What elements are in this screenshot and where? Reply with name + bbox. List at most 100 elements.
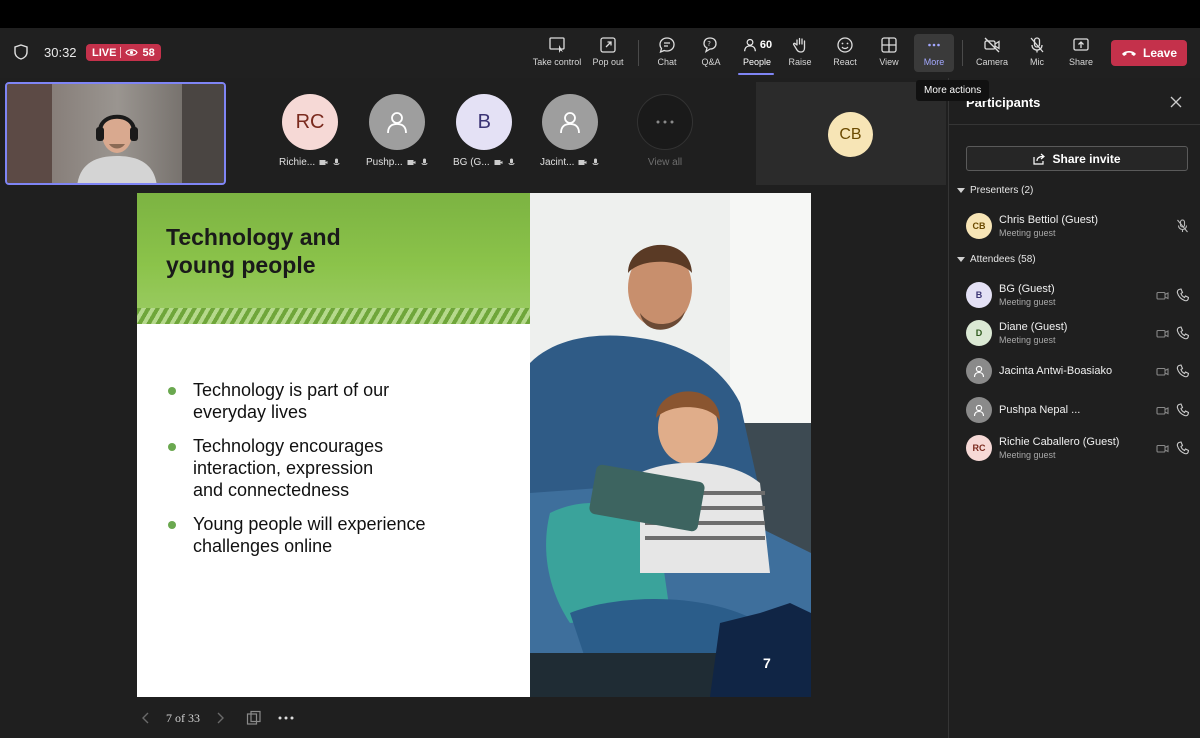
avatar: B bbox=[456, 94, 513, 150]
qa-label: Q&A bbox=[701, 57, 721, 67]
qa-button[interactable]: ? Q&A bbox=[689, 36, 733, 70]
meeting-toolbar: 30:32 LIVE 58 Take control Pop out Chat … bbox=[0, 28, 1200, 78]
banner-stripe bbox=[137, 308, 530, 324]
chevron-right-icon[interactable] bbox=[214, 711, 226, 725]
leave-label: Leave bbox=[1142, 46, 1178, 60]
participant-role: Meeting guest bbox=[999, 297, 1056, 307]
badge-divider bbox=[120, 47, 122, 58]
chat-button[interactable]: Chat bbox=[645, 36, 689, 70]
share-label: Share bbox=[1068, 57, 1094, 67]
svg-text:?: ? bbox=[707, 40, 711, 48]
more-horizontal-icon bbox=[656, 120, 674, 124]
avatar-initials: RC bbox=[972, 443, 986, 453]
camera-button[interactable]: Camera bbox=[970, 36, 1014, 70]
presentation-slide: Technology and young people Technology i… bbox=[137, 193, 811, 697]
take-control-button[interactable]: Take control bbox=[533, 36, 581, 70]
tile-name: BG (G... bbox=[453, 157, 516, 168]
share-invite-label: Share invite bbox=[1052, 151, 1121, 166]
mic-label: Mic bbox=[1030, 57, 1044, 67]
self-video-feed bbox=[7, 84, 224, 183]
react-label: React bbox=[833, 57, 857, 67]
avatar: B bbox=[966, 282, 992, 308]
slide-navigation: 7 of 33 bbox=[140, 706, 294, 730]
more-actions-tooltip: More actions bbox=[916, 80, 990, 101]
tile-name: Jacint... bbox=[540, 157, 600, 168]
view-label: View bbox=[879, 57, 899, 67]
bullet-item: Young people will experience challenges … bbox=[165, 513, 525, 557]
avatar-initials: B bbox=[975, 290, 983, 300]
bullet-item: Technology is part of our everyday lives bbox=[165, 379, 525, 423]
chevron-left-icon[interactable] bbox=[140, 711, 152, 725]
camera-off-icon bbox=[1156, 291, 1169, 300]
participant-diane[interactable]: D Diane (Guest) Meeting guest bbox=[966, 320, 1196, 348]
slides-overview-icon[interactable] bbox=[246, 710, 262, 726]
leave-button[interactable]: Leave bbox=[1111, 40, 1187, 66]
toolbar-divider bbox=[638, 40, 639, 66]
participant-pushpa[interactable]: Pushpa Nepal ... bbox=[966, 397, 1196, 425]
avatar-initials: B bbox=[477, 110, 491, 133]
phone-icon bbox=[1176, 364, 1189, 378]
close-icon[interactable] bbox=[1170, 96, 1182, 108]
people-count: 60 bbox=[759, 39, 773, 51]
participant-richie[interactable]: RC Richie Caballero (Guest) Meeting gues… bbox=[966, 435, 1196, 463]
gallery-tile-pushpa[interactable]: Pushp... bbox=[366, 94, 429, 168]
qa-icon: ? bbox=[703, 37, 717, 53]
tile-name: Pushp... bbox=[366, 157, 429, 168]
live-badge: LIVE 58 bbox=[86, 44, 161, 61]
avatar: D bbox=[966, 320, 992, 346]
people-icon-row: 60 bbox=[742, 36, 772, 54]
pop-out-label: Pop out bbox=[592, 57, 624, 67]
shield-icon[interactable] bbox=[14, 44, 28, 60]
pop-out-button[interactable]: Pop out bbox=[586, 36, 630, 70]
eye-icon bbox=[125, 49, 139, 56]
avatar bbox=[369, 94, 426, 150]
view-all-tile[interactable]: View all bbox=[637, 94, 693, 168]
camera-label: Camera bbox=[975, 57, 1008, 67]
phone-icon bbox=[1176, 288, 1189, 302]
panel-divider bbox=[949, 124, 1200, 125]
share-icon bbox=[1033, 153, 1046, 165]
participant-jacinta[interactable]: Jacinta Antwi-Boasiako bbox=[966, 358, 1196, 386]
view-button[interactable]: View bbox=[867, 36, 911, 70]
collapse-triangle-icon bbox=[957, 188, 965, 193]
camera-off-icon bbox=[1156, 444, 1169, 453]
chat-icon bbox=[659, 37, 675, 54]
slide-title-line2: young people bbox=[166, 252, 316, 278]
participant-name: Pushpa Nepal ... bbox=[999, 404, 1081, 416]
participant-chris-bettiol[interactable]: CB Chris Bettiol (Guest) Meeting guest bbox=[966, 213, 1196, 241]
more-label: More bbox=[923, 57, 945, 67]
father-son-tablet-photo bbox=[530, 193, 811, 697]
avatar-initials: RC bbox=[295, 110, 325, 133]
people-label: People bbox=[742, 57, 772, 67]
gallery-tile-jacinta[interactable]: Jacint... bbox=[540, 94, 600, 168]
people-icon bbox=[743, 38, 756, 52]
gallery-tile-bg[interactable]: B BG (G... bbox=[453, 94, 516, 168]
attendees-header-label: Attendees (58) bbox=[970, 254, 1036, 265]
people-button[interactable]: 60 People bbox=[734, 36, 780, 70]
share-invite-button[interactable]: Share invite bbox=[966, 146, 1188, 171]
mic-button[interactable]: Mic bbox=[1015, 36, 1059, 70]
presenters-section-header[interactable]: Presenters (2) bbox=[957, 185, 1033, 196]
window-top-bar bbox=[0, 0, 1200, 28]
share-button[interactable]: Share bbox=[1059, 36, 1103, 70]
attendees-section-header[interactable]: Attendees (58) bbox=[957, 254, 1036, 265]
participant-role: Meeting guest bbox=[999, 335, 1056, 345]
react-button[interactable]: React bbox=[823, 36, 867, 70]
gallery-tile-richie[interactable]: RC Richie... bbox=[279, 94, 341, 168]
avatar: RC bbox=[282, 94, 339, 150]
person-icon bbox=[973, 404, 985, 417]
raise-hand-button[interactable]: Raise bbox=[778, 36, 822, 70]
more-horizontal-icon[interactable] bbox=[278, 715, 294, 721]
toolbar-divider-2 bbox=[962, 40, 963, 66]
self-video-tile[interactable] bbox=[5, 82, 226, 185]
slide-title-line1: Technology and bbox=[166, 224, 341, 250]
phone-icon bbox=[1176, 403, 1189, 417]
more-button[interactable]: More bbox=[912, 36, 956, 70]
avatar: RC bbox=[966, 435, 992, 461]
participant-bg[interactable]: B BG (Guest) Meeting guest bbox=[966, 282, 1196, 310]
tile-name-text: Jacint... bbox=[540, 157, 575, 168]
slide-bullets: Technology is part of our everyday lives… bbox=[165, 379, 525, 569]
avatar bbox=[966, 397, 992, 423]
camera-off-icon bbox=[1156, 329, 1169, 338]
avatar: CB bbox=[966, 213, 992, 239]
